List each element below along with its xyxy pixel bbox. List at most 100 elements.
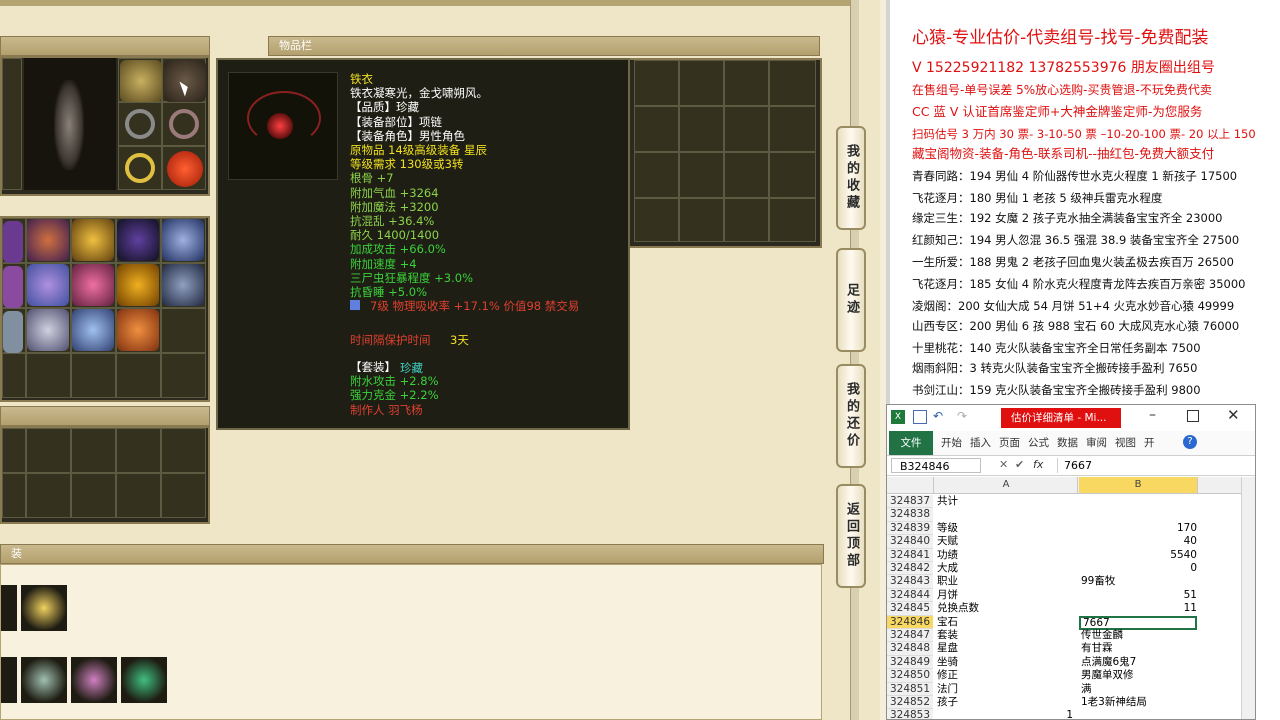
cell-a[interactable]: 1 (935, 709, 1077, 719)
helmet-icon[interactable] (120, 60, 162, 102)
item-icon[interactable] (72, 264, 114, 306)
cell-a[interactable]: 孩子 (935, 696, 1079, 709)
item-icon[interactable] (27, 264, 69, 306)
side-button[interactable]: 返回顶部 (836, 484, 866, 588)
item-icon[interactable] (117, 309, 159, 351)
ribbon-tab[interactable]: 视图 (1115, 435, 1136, 451)
ring-icon[interactable] (169, 109, 199, 139)
cancel-icon[interactable]: ✕ (999, 458, 1008, 471)
ribbon-tab[interactable]: 数据 (1057, 435, 1078, 451)
row-number[interactable]: 324840 (887, 535, 933, 549)
cell-a[interactable]: 宝石 (935, 616, 1079, 629)
row-number[interactable]: 324838 (887, 508, 933, 522)
row-number[interactable]: 324853 (887, 709, 933, 719)
orb-icon[interactable] (167, 151, 203, 187)
file-tab[interactable]: 文件 (889, 431, 933, 455)
item-icon[interactable] (27, 309, 69, 351)
cell-b[interactable]: 男魔单双修 (1079, 669, 1199, 682)
row-number[interactable]: 324848 (887, 642, 933, 656)
name-box[interactable]: B324846 (891, 458, 981, 473)
cell-a[interactable]: 功绩 (935, 549, 1079, 562)
save-icon[interactable] (913, 410, 927, 424)
cell-b[interactable]: 51 (1079, 589, 1197, 602)
item-icon[interactable] (72, 219, 114, 261)
cell-a[interactable]: 共计 (935, 495, 1079, 508)
row-number[interactable]: 324852 (887, 696, 933, 710)
ring-icon[interactable] (125, 109, 155, 139)
cell-b[interactable]: 0 (1079, 562, 1197, 575)
row-number[interactable]: 324851 (887, 682, 933, 696)
vertical-scrollbar[interactable] (1241, 477, 1255, 719)
cell-b[interactable]: 40 (1079, 535, 1197, 548)
cell-a[interactable]: 等级 (935, 522, 1079, 535)
cell-b[interactable]: 传世金麟 (1079, 629, 1199, 642)
cell-b[interactable]: 11 (1079, 602, 1197, 615)
confirm-icon[interactable]: ✔ (1015, 458, 1024, 471)
row-number[interactable]: 324846 (887, 615, 933, 629)
item-icon[interactable] (72, 309, 114, 351)
mask-icon[interactable] (121, 657, 167, 703)
item-icon[interactable] (117, 264, 159, 306)
pendant-icon[interactable] (71, 657, 117, 703)
item-icon[interactable] (117, 219, 159, 261)
cell-a[interactable]: 法门 (935, 683, 1079, 696)
item-icon[interactable] (3, 311, 23, 353)
bracelet-icon[interactable] (21, 657, 67, 703)
game-scrollbar[interactable] (850, 0, 859, 720)
cell-b[interactable]: 点满魔6鬼7 (1079, 656, 1199, 669)
cell-a[interactable]: 修正 (935, 669, 1079, 682)
row-number[interactable]: 324844 (887, 588, 933, 603)
suit-slot[interactable] (1, 657, 17, 703)
item-icon[interactable] (27, 219, 69, 261)
cell-a[interactable]: 天赋 (935, 535, 1079, 548)
ribbon-tab[interactable]: 插入 (970, 435, 991, 451)
function-icon[interactable]: fx (1033, 458, 1043, 471)
cell-b[interactable]: 1老3新神结局 (1079, 696, 1199, 709)
cell-a[interactable]: 月饼 (935, 589, 1079, 602)
wand-icon[interactable] (21, 585, 67, 631)
necklace-icon[interactable] (125, 153, 155, 183)
ribbon-tab[interactable]: 公式 (1028, 435, 1049, 451)
side-button[interactable]: 我的收藏 (836, 126, 866, 230)
row-number[interactable]: 324850 (887, 669, 933, 683)
maximize-icon[interactable] (1187, 410, 1199, 422)
item-icon[interactable] (162, 219, 204, 261)
side-button[interactable]: 我的还价 (836, 364, 866, 468)
cell-a[interactable]: 星盘 (935, 642, 1079, 655)
active-cell[interactable]: 7667 (1079, 615, 1197, 630)
cell-b[interactable]: 满 (1079, 683, 1199, 696)
row-number[interactable]: 324843 (887, 575, 933, 589)
side-button[interactable]: 足迹 (836, 248, 866, 352)
cell-a[interactable]: 职业 (935, 575, 1079, 588)
cell-a[interactable]: 套装 (935, 629, 1079, 642)
column-header-b[interactable]: B (1079, 477, 1198, 493)
select-all-corner[interactable] (887, 477, 934, 493)
row-number[interactable]: 324837 (887, 495, 933, 509)
redo-icon[interactable]: ↷ (957, 409, 967, 423)
item-icon[interactable] (162, 264, 204, 306)
item-icon[interactable] (3, 266, 23, 308)
row-number[interactable]: 324839 (887, 521, 933, 536)
ribbon-tab[interactable]: 开始 (941, 435, 962, 451)
column-header-a[interactable]: A (935, 477, 1078, 493)
ribbon-tab[interactable]: 页面 (999, 435, 1020, 451)
help-icon[interactable]: ? (1183, 435, 1197, 449)
close-icon[interactable]: ✕ (1227, 406, 1240, 424)
item-icon[interactable] (3, 221, 23, 263)
row-number[interactable]: 324849 (887, 655, 933, 670)
cell-b[interactable]: 170 (1079, 522, 1197, 535)
ribbon-tab[interactable]: 开 (1144, 435, 1155, 451)
cell-b[interactable]: 99畜牧 (1079, 575, 1199, 588)
row-number[interactable]: 324847 (887, 629, 933, 643)
cell-a[interactable]: 大成 (935, 562, 1079, 575)
minimize-icon[interactable]: – (1149, 407, 1156, 423)
cell-a[interactable]: 坐骑 (935, 656, 1079, 669)
formula-input[interactable]: 7667 (1057, 458, 1247, 473)
cell-b[interactable]: 有甘霖 (1079, 642, 1199, 655)
row-number[interactable]: 324845 (887, 602, 933, 616)
row-number[interactable]: 324841 (887, 548, 933, 562)
cell-a[interactable]: 兑换点数 (935, 602, 1079, 615)
ribbon-tab[interactable]: 审阅 (1086, 435, 1107, 451)
cell-b[interactable]: 5540 (1079, 549, 1197, 562)
undo-icon[interactable]: ↶ (933, 409, 943, 423)
